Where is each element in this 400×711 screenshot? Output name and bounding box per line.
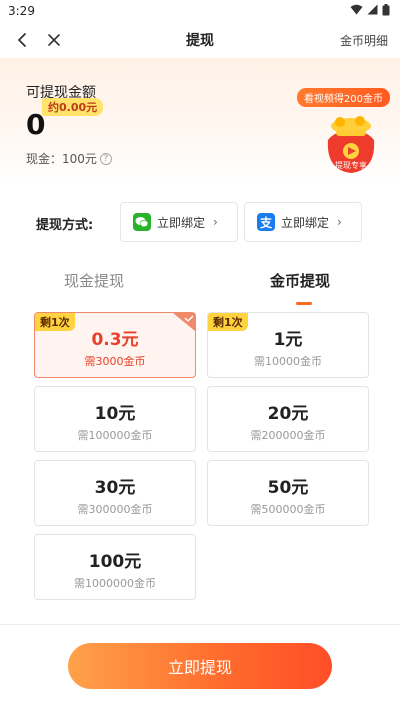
wifi-icon (350, 4, 363, 18)
option-requirement: 需200000金币 (250, 429, 326, 442)
option-requirement: 需100000金币 (77, 429, 153, 442)
chevron-right-icon: › (337, 215, 342, 229)
status-icons (350, 3, 390, 19)
option-requirement: 需1000000金币 (74, 577, 156, 590)
cash-balance: 现金：100元 ? (26, 150, 112, 167)
option-amount: 100元 (88, 552, 142, 572)
alipay-bind-label: 立即绑定 (281, 215, 330, 230)
coin-detail-link[interactable]: 金币明细 (340, 32, 388, 49)
status-time: 3:29 (8, 4, 35, 18)
tab-coin-withdraw[interactable]: 金币提现 (270, 270, 330, 291)
withdraw-option-10[interactable]: 10元 需100000金币 (34, 386, 196, 452)
withdraw-now-button[interactable]: 立即提现 (68, 643, 332, 689)
lucky-bag-label: 提现专享 (335, 161, 367, 170)
option-requirement: 需500000金币 (250, 503, 326, 516)
wechat-bind-label: 立即绑定 (157, 215, 206, 230)
option-amount: 0.3元 (91, 330, 139, 350)
option-requirement: 需300000金币 (77, 503, 153, 516)
option-amount: 20元 (267, 404, 309, 424)
withdraw-option-30[interactable]: 30元 需300000金币 (34, 460, 196, 526)
option-amount: 10元 (94, 404, 136, 424)
balance-section: 可提现金额 0 约0.00元 现金：100元 ? 看视频得200金币 提现专享 (0, 58, 400, 182)
navbar: 提现 金币明细 (0, 22, 400, 58)
active-tab-indicator (296, 302, 312, 305)
option-requirement: 需3000金币 (84, 355, 146, 368)
alipay-bind-button[interactable]: 支 立即绑定 › (244, 202, 362, 242)
watch-video-badge[interactable]: 看视频得200金币 (296, 88, 390, 107)
wechat-bind-button[interactable]: 立即绑定 › (120, 202, 238, 242)
chevron-right-icon: › (213, 215, 218, 229)
wechat-icon (133, 213, 151, 231)
withdraw-tabs: 现金提现 金币提现 (0, 270, 400, 306)
withdraw-method-label: 提现方式: (36, 218, 94, 233)
battery-icon (382, 3, 390, 19)
option-amount: 1元 (273, 330, 303, 350)
withdraw-option-50[interactable]: 50元 需500000金币 (207, 460, 369, 526)
option-requirement: 需10000金币 (254, 355, 322, 368)
help-icon[interactable]: ? (99, 152, 112, 165)
tab-cash-withdraw[interactable]: 现金提现 (64, 270, 124, 291)
lucky-bag[interactable]: 提现专享 (316, 110, 386, 176)
withdraw-option-20[interactable]: 20元 需200000金币 (207, 386, 369, 452)
cash-balance-text: 现金：100元 (26, 152, 97, 166)
status-bar: 3:29 (0, 0, 400, 22)
alipay-icon: 支 (257, 213, 275, 231)
withdraw-method-row: 提现方式: 立即绑定 › 支 立即绑定 › (0, 202, 400, 242)
withdraw-option-100[interactable]: 100元 需1000000金币 (34, 534, 196, 600)
option-amount: 30元 (94, 478, 136, 498)
bottom-divider (0, 624, 400, 625)
withdraw-option-1[interactable]: 剩1次 1元 需10000金币 (207, 312, 369, 378)
signal-icon (367, 4, 378, 18)
option-amount: 50元 (267, 478, 309, 498)
withdraw-option-0.3[interactable]: 剩1次 0.3元 需3000金币 (34, 312, 196, 378)
approx-amount-badge: 约0.00元 (42, 98, 104, 116)
